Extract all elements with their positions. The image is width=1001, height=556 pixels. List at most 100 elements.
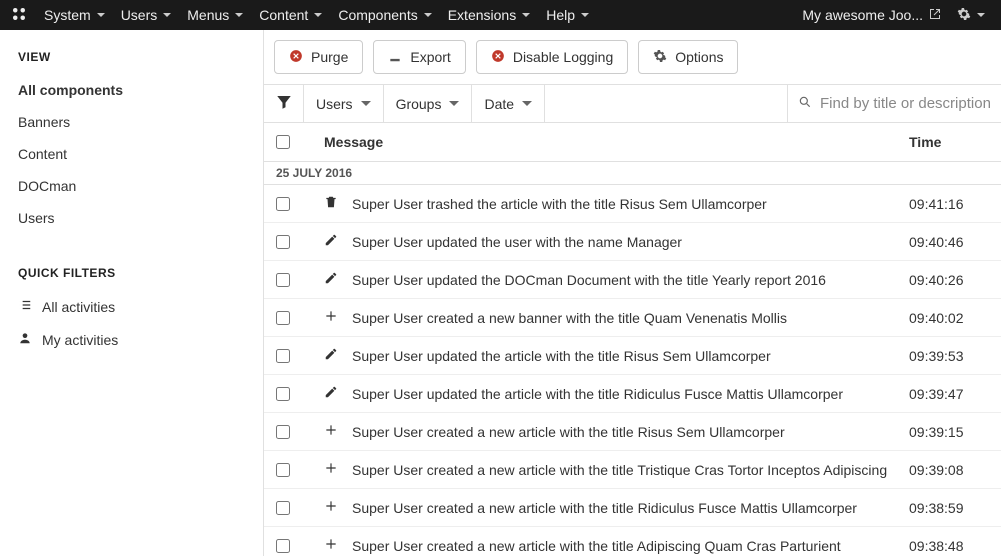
sidebar: VIEW All components Banners Content DOCman U… <box>0 30 264 556</box>
nav-item-help[interactable]: Help <box>538 0 597 30</box>
select-all-checkbox[interactable] <box>276 135 290 149</box>
sidebar-item-content[interactable]: Content <box>0 138 263 170</box>
sidebar-item-users[interactable]: Users <box>0 202 263 234</box>
settings-menu[interactable] <box>949 0 993 30</box>
purge-button[interactable]: Purge <box>274 40 363 74</box>
row-checkbox[interactable] <box>276 235 290 249</box>
row-checkbox[interactable] <box>276 425 290 439</box>
nav-item-menus[interactable]: Menus <box>179 0 251 30</box>
quick-filter-my-activities[interactable]: My activities <box>0 323 263 356</box>
filter-groups-label: Groups <box>396 96 442 112</box>
row-checkbox[interactable] <box>276 349 290 363</box>
row-checkbox[interactable] <box>276 387 290 401</box>
chevron-down-icon <box>449 101 459 106</box>
table-row[interactable]: Super User created a new banner with the… <box>264 299 1001 337</box>
plus-icon <box>324 537 338 554</box>
table-row[interactable]: Super User updated the article with the … <box>264 375 1001 413</box>
filter-users[interactable]: Users <box>304 85 384 122</box>
row-checkbox[interactable] <box>276 311 290 325</box>
quick-filter-label: My activities <box>42 332 118 348</box>
edit-icon <box>324 271 338 288</box>
external-link-icon <box>929 7 941 23</box>
edit-icon <box>324 233 338 250</box>
disable-logging-label: Disable Logging <box>513 49 613 65</box>
table-row[interactable]: Super User created a new article with th… <box>264 451 1001 489</box>
sidebar-view-heading: VIEW <box>0 50 263 64</box>
export-button[interactable]: Export <box>373 40 465 74</box>
list-icon <box>18 298 32 315</box>
date-group-header: 25 JULY 2016 <box>264 162 1001 185</box>
row-time: 09:40:26 <box>909 272 989 288</box>
user-icon <box>18 331 32 348</box>
filter-date[interactable]: Date <box>472 85 545 122</box>
disable-logging-button[interactable]: Disable Logging <box>476 40 628 74</box>
filter-users-label: Users <box>316 96 353 112</box>
sidebar-item-label: DOCman <box>18 178 76 194</box>
nav-item-content[interactable]: Content <box>251 0 330 30</box>
site-name-label: My awesome Joo... <box>802 7 923 23</box>
nav-item-label: Components <box>338 7 417 23</box>
sidebar-item-banners[interactable]: Banners <box>0 106 263 138</box>
row-time: 09:41:16 <box>909 196 989 212</box>
row-message: Super User created a new article with th… <box>352 500 857 516</box>
edit-icon <box>324 385 338 402</box>
sidebar-item-label: Users <box>18 210 55 226</box>
search-cell <box>787 85 1001 122</box>
filter-bar: Users Groups Date <box>264 84 1001 123</box>
row-message: Super User created a new article with th… <box>352 462 887 478</box>
caret-down-icon <box>314 13 322 17</box>
quick-filter-all-activities[interactable]: All activities <box>0 290 263 323</box>
nav-item-label: Extensions <box>448 7 516 23</box>
header-message: Message <box>310 134 895 150</box>
x-circle-icon <box>289 49 303 66</box>
table-row[interactable]: Super User updated the article with the … <box>264 337 1001 375</box>
sidebar-item-label: All components <box>18 82 123 98</box>
caret-down-icon <box>163 13 171 17</box>
row-message: Super User trashed the article with the … <box>352 196 767 212</box>
trash-icon <box>324 195 338 212</box>
row-time: 09:39:15 <box>909 424 989 440</box>
table-row[interactable]: Super User created a new article with th… <box>264 489 1001 527</box>
sidebar-item-label: Content <box>18 146 67 162</box>
nav-item-extensions[interactable]: Extensions <box>440 0 538 30</box>
row-checkbox[interactable] <box>276 539 290 553</box>
caret-down-icon <box>522 13 530 17</box>
options-button[interactable]: Options <box>638 40 738 74</box>
nav-item-label: Users <box>121 7 158 23</box>
nav-item-users[interactable]: Users <box>113 0 180 30</box>
filter-date-label: Date <box>484 96 514 112</box>
table-row[interactable]: Super User trashed the article with the … <box>264 185 1001 223</box>
nav-item-label: Help <box>546 7 575 23</box>
sidebar-item-all-components[interactable]: All components <box>0 74 263 106</box>
table-row[interactable]: Super User created a new article with th… <box>264 527 1001 556</box>
row-time: 09:39:53 <box>909 348 989 364</box>
caret-down-icon <box>235 13 243 17</box>
row-message: Super User created a new article with th… <box>352 424 785 440</box>
sidebar-item-docman[interactable]: DOCman <box>0 170 263 202</box>
joomla-logo-icon <box>8 5 36 26</box>
nav-item-label: Menus <box>187 7 229 23</box>
table-row[interactable]: Super User created a new article with th… <box>264 413 1001 451</box>
nav-item-components[interactable]: Components <box>330 0 439 30</box>
options-label: Options <box>675 49 723 65</box>
row-time: 09:39:08 <box>909 462 989 478</box>
site-name-link[interactable]: My awesome Joo... <box>794 0 949 30</box>
table-body: Super User trashed the article with the … <box>264 185 1001 556</box>
header-time: Time <box>909 134 989 150</box>
edit-icon <box>324 347 338 364</box>
table-row[interactable]: Super User updated the user with the nam… <box>264 223 1001 261</box>
row-checkbox[interactable] <box>276 273 290 287</box>
row-checkbox[interactable] <box>276 463 290 477</box>
row-checkbox[interactable] <box>276 501 290 515</box>
nav-item-system[interactable]: System <box>36 0 113 30</box>
row-message: Super User updated the article with the … <box>352 348 771 364</box>
search-input[interactable] <box>820 95 991 112</box>
table-row[interactable]: Super User updated the DOCman Document w… <box>264 261 1001 299</box>
row-checkbox[interactable] <box>276 197 290 211</box>
row-message: Super User created a new banner with the… <box>352 310 787 326</box>
content-area: Purge Export Disable Logging Options Use… <box>264 30 1001 556</box>
nav-item-label: System <box>44 7 91 23</box>
nav-item-label: Content <box>259 7 308 23</box>
filter-toggle[interactable] <box>264 85 304 122</box>
filter-groups[interactable]: Groups <box>384 85 473 122</box>
